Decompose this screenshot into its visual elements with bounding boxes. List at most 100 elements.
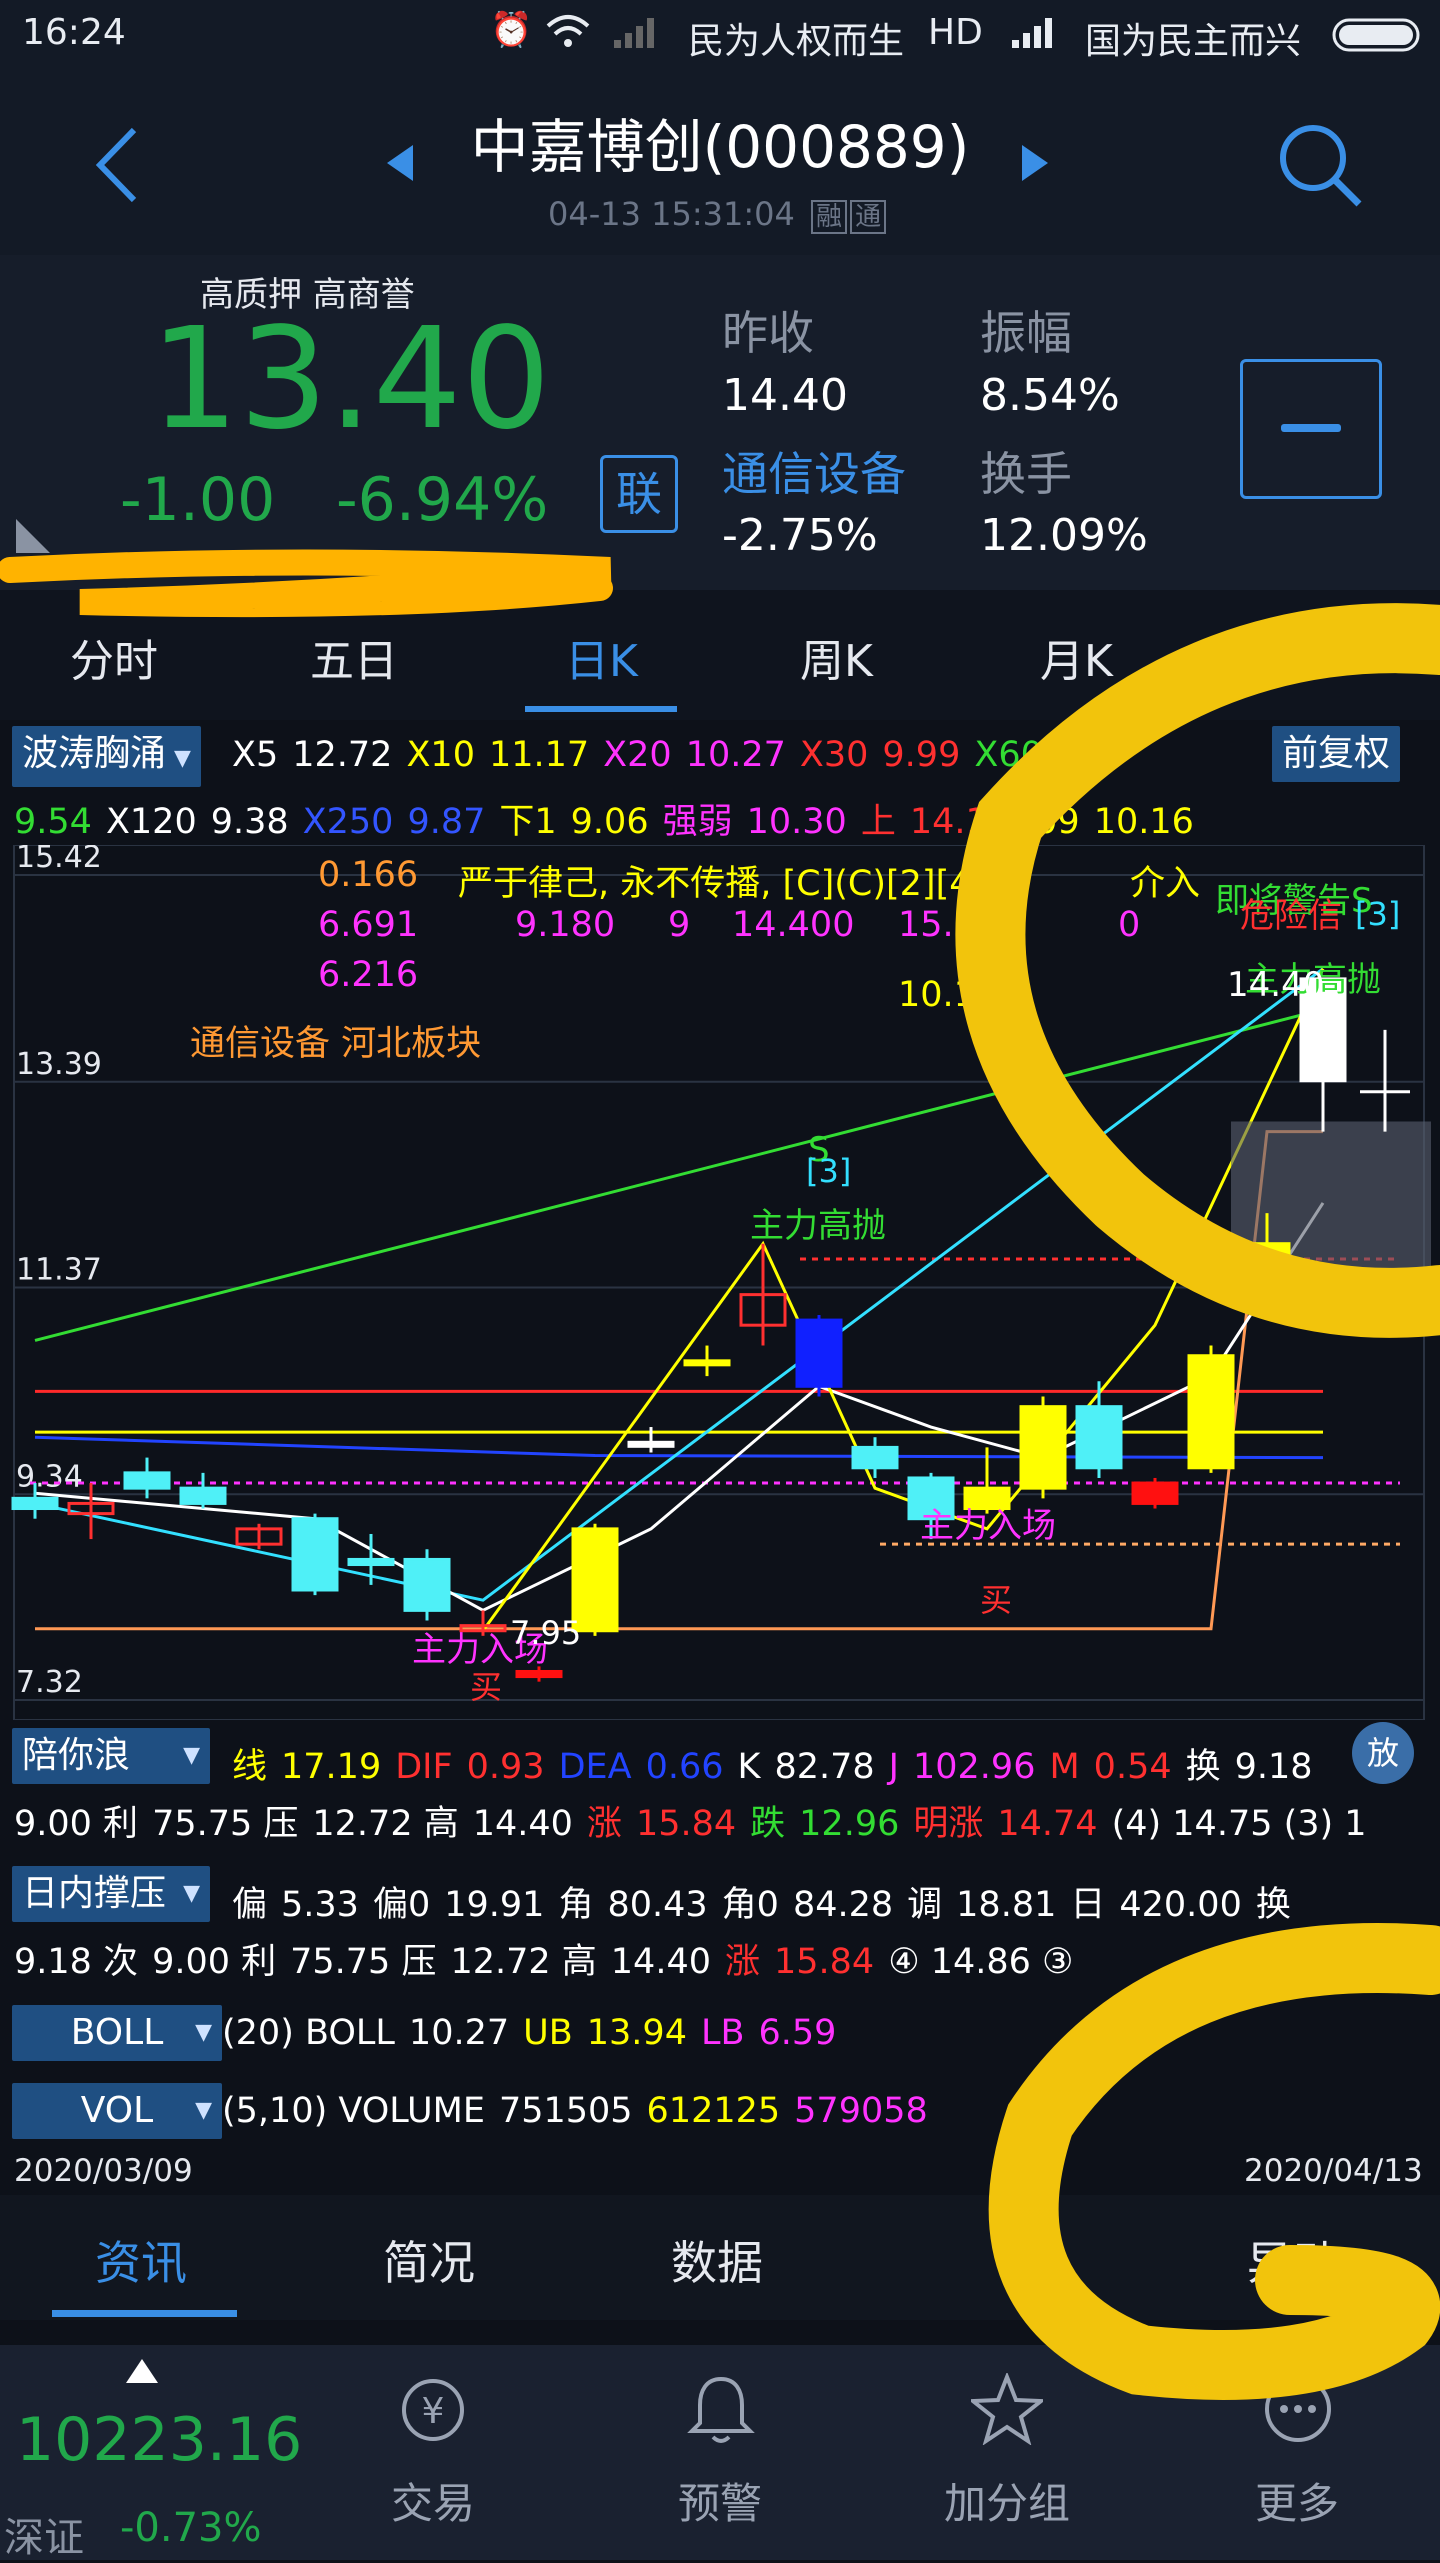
macd-value-7: 82.78 <box>774 1747 875 1787</box>
selector-label: 陪你浪 <box>22 1735 131 1776</box>
prev-close-value: 14.40 <box>722 370 848 421</box>
next-stock-icon[interactable] <box>1020 143 1050 183</box>
carrier-2: 国为民主而兴 <box>1085 21 1302 62</box>
indicator-selector-boll[interactable]: BOLL ▼ <box>12 2005 222 2061</box>
orange-scribble <box>0 549 613 618</box>
ma-value-5: 10.27 <box>685 735 786 775</box>
link-button[interactable]: 联 <box>600 455 678 533</box>
overlay-motto: 严于律己, 永不传播, [C](C)[2][4 <box>458 864 972 904</box>
buy-signal-left: 买 <box>470 1668 503 1706</box>
ma-value-0: X5 <box>232 735 279 775</box>
battery-icon <box>1332 18 1420 52</box>
bracket-3-mid: [3] <box>806 1152 852 1190</box>
tab-profile[interactable]: 简况 <box>383 2227 475 2293</box>
status-bar: 16:24 ⏰ 民为人权而生 HD 国为民主而兴 <box>0 0 1440 70</box>
dropdown-icon: ▼ <box>195 2098 212 2123</box>
search-icon[interactable] <box>1275 120 1365 210</box>
candle-body-20 <box>1131 1481 1179 1505</box>
overlay-value-4: 9 <box>668 905 691 945</box>
boll-value-5: 6.59 <box>758 2013 837 2053</box>
nav-more[interactable]: 更多 <box>1197 2470 1397 2531</box>
boll-values: (20) BOLL 10.27 UB 13.94 LB 6.59 <box>222 2013 850 2053</box>
intraday-value-5: 80.43 <box>607 1885 708 1925</box>
intraday-value-2-6: 15.84 <box>774 1942 875 1982</box>
intraday-value-6: 角0 <box>721 1885 779 1925</box>
selector-label: BOLL <box>70 2012 164 2053</box>
macd-value-1: 17.19 <box>281 1747 382 1787</box>
price-change: -1.00 <box>120 465 276 535</box>
back-arrow-icon[interactable] <box>92 125 142 205</box>
candle-body-3 <box>179 1486 227 1505</box>
ma-value-2-0: 9.54 <box>14 802 92 842</box>
macd-value-2-9: 14.74 <box>997 1804 1098 1844</box>
nav-trade[interactable]: 交易 <box>333 2470 533 2531</box>
zoom-button[interactable]: 放 <box>1352 1722 1414 1784</box>
candle-body-21 <box>1187 1354 1235 1470</box>
signal-icon <box>614 18 654 48</box>
intraday-value-7: 84.28 <box>792 1885 894 1925</box>
ma-value-2: X10 <box>406 735 475 775</box>
collapse-button[interactable] <box>1240 359 1382 499</box>
volume-value-1: 751505 <box>498 2091 633 2131</box>
indicator-selector-vol[interactable]: VOL ▼ <box>12 2083 222 2139</box>
intraday-value-8: 调 <box>907 1885 943 1925</box>
indicator-selector-main[interactable]: 波涛胸涌 ▼ <box>12 726 201 787</box>
macd-value-4: DEA <box>558 1747 632 1787</box>
price-change-pct: -6.94% <box>336 465 549 535</box>
intraday-value-2-4: 14.40 <box>610 1942 711 1982</box>
connect-badge: 通 <box>850 200 887 234</box>
ma-value-2-4: 9.87 <box>407 802 486 842</box>
tab-active-indicator <box>525 706 677 712</box>
selector-label: 日内撑压 <box>22 1873 167 1914</box>
page-title: 中嘉博创(000889) <box>470 113 970 181</box>
macd-value-2: DIF <box>395 1747 453 1787</box>
sector-change: -2.75% <box>722 510 878 561</box>
index-value[interactable]: 10223.16 <box>16 2405 302 2475</box>
selector-label: 波涛胸涌 <box>22 733 167 774</box>
quote-timestamp: 04-13 15:31:04 融通 <box>548 195 887 234</box>
ma-value-1: 12.72 <box>292 735 393 775</box>
ma-value-2-5: 下1 <box>499 802 557 842</box>
nav-add-group[interactable]: 加分组 <box>907 2470 1107 2531</box>
tab-news[interactable]: 资讯 <box>95 2227 187 2293</box>
tab-data[interactable]: 数据 <box>671 2227 763 2293</box>
macd-value-2-5: 15.84 <box>635 1804 737 1844</box>
margin-badge: 融 <box>811 200 848 234</box>
yen-icon: ¥ <box>402 2379 464 2441</box>
candle-body-19 <box>1075 1405 1123 1470</box>
alarm-icon: ⏰ <box>490 10 533 50</box>
candle-body-2 <box>123 1471 171 1490</box>
main-force-enter-right: 主力入场 <box>920 1506 1056 1546</box>
tab-weekly-k[interactable]: 周K <box>800 625 873 689</box>
macd-value-2-6: 跌 <box>750 1804 786 1844</box>
sector-link[interactable]: 通信设备 <box>722 438 906 504</box>
index-change: -0.73% <box>120 2505 262 2551</box>
candle-body-12 <box>683 1359 731 1367</box>
signal-icon-2 <box>1012 18 1052 48</box>
macd-value-9: 102.96 <box>913 1747 1036 1787</box>
indicator-selector-intraday[interactable]: 日内撑压 ▼ <box>12 1866 210 1922</box>
carrier-1: 民为人权而生 <box>688 21 905 62</box>
overlay-sector: 通信设备 河北板块 <box>190 1024 482 1064</box>
volume-value-0: (5,10) VOLUME <box>222 2091 485 2131</box>
prev-stock-icon[interactable] <box>385 143 415 183</box>
tab-five-day[interactable]: 五日 <box>310 625 398 689</box>
nav-alert[interactable]: 预警 <box>620 2470 820 2531</box>
indicator-selector-macd[interactable]: 陪你浪 ▼ <box>12 1728 210 1784</box>
ma-value-2-2: 9.38 <box>210 802 289 842</box>
candle-body-7 <box>403 1557 451 1612</box>
macd-value-11: 0.54 <box>1093 1747 1172 1787</box>
candle-body-6 <box>347 1557 395 1567</box>
ma-value-2-8: 10.30 <box>746 802 847 842</box>
ma-value-2-9: 上 <box>860 802 896 842</box>
macd-values: 线 17.19 DIF 0.93 DEA 0.66 K 82.78 J 102.96 M 0.54 换 9… <box>232 1738 1327 1789</box>
tab-intraday[interactable]: 分时 <box>70 625 158 689</box>
intraday-value-2-5: 涨 <box>724 1942 760 1982</box>
boll-value-2: UB <box>523 2013 573 2053</box>
tab-daily-k[interactable]: 日K <box>565 625 638 689</box>
macd-value-2-10: (4) 14.75 (3) 1 <box>1111 1804 1367 1844</box>
ma-value-2-1: X120 <box>105 802 197 842</box>
clock: 16:24 <box>22 12 126 53</box>
macd-value-2-1: 75.75 压 <box>152 1804 299 1844</box>
macd-value-0: 线 <box>232 1747 268 1787</box>
